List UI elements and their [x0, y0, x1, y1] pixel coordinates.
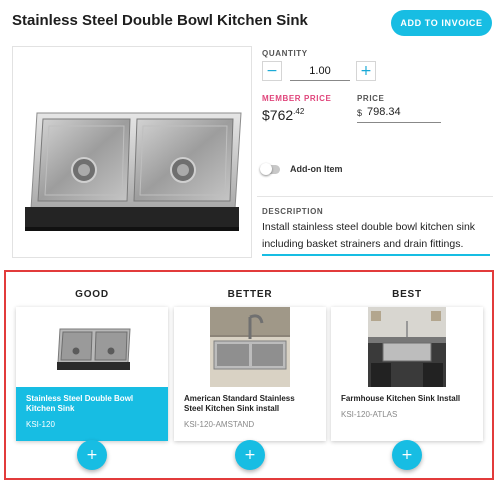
price-field[interactable]: $ 798.34	[357, 106, 441, 123]
add-to-invoice-button[interactable]: ADD TO INVOICE	[391, 10, 492, 36]
product-image	[12, 46, 252, 258]
tier-sku-best: KSI-120-ATLAS	[341, 410, 398, 419]
tier-heading-good: GOOD	[75, 289, 109, 300]
description-divider	[257, 196, 493, 197]
tier-name-best: Farmhouse Kitchen Sink Install	[341, 394, 461, 403]
description-label: DESCRIPTION	[262, 207, 324, 216]
member-price-cents: .42	[293, 107, 305, 116]
tier-heading-better: BETTER	[227, 289, 273, 300]
description-text[interactable]: Install stainless steel double bowl kitc…	[262, 219, 490, 253]
add-better-button[interactable]: +	[235, 440, 265, 470]
member-price: $762.42	[262, 107, 304, 123]
member-price-label: MEMBER PRICE	[262, 94, 332, 103]
addon-toggle[interactable]	[260, 163, 280, 175]
tier-card-better[interactable]: American Standard Stainless Steel Kitche…	[174, 307, 326, 441]
product-title: Stainless Steel Double Bowl Kitchen Sink	[12, 12, 308, 29]
add-best-button[interactable]: +	[392, 440, 422, 470]
tier-name-better: American Standard Stainless Steel Kitche…	[184, 394, 295, 413]
decrement-button[interactable]: −	[262, 61, 282, 81]
tier-sku-good: KSI-120	[26, 420, 55, 429]
increment-button[interactable]: +	[356, 61, 376, 81]
member-price-dollars: $762	[262, 107, 294, 123]
add-good-button[interactable]: +	[77, 440, 107, 470]
tier-sku-better: KSI-120-AMSTAND	[184, 420, 255, 429]
tier-heading-best: BEST	[392, 289, 422, 300]
tier-card-best[interactable]: Farmhouse Kitchen Sink Install KSI-120-A…	[331, 307, 483, 441]
addon-label: Add-on Item	[290, 164, 343, 174]
best-sink-image	[331, 307, 483, 387]
price-value[interactable]: 798.34	[367, 106, 401, 118]
tier-name-good: Stainless Steel Double Bowl Kitchen Sink	[26, 394, 134, 413]
currency-symbol: $	[357, 108, 363, 118]
better-sink-image	[174, 307, 326, 387]
price-label: PRICE	[357, 94, 385, 103]
good-sink-image	[16, 307, 168, 387]
double-bowl-sink-image	[25, 112, 242, 231]
description-underline	[262, 254, 490, 256]
tier-card-good[interactable]: Stainless Steel Double Bowl Kitchen Sink…	[16, 307, 168, 441]
quantity-label: QUANTITY	[262, 49, 308, 58]
quantity-input[interactable]	[290, 61, 350, 81]
toggle-knob	[260, 163, 272, 175]
